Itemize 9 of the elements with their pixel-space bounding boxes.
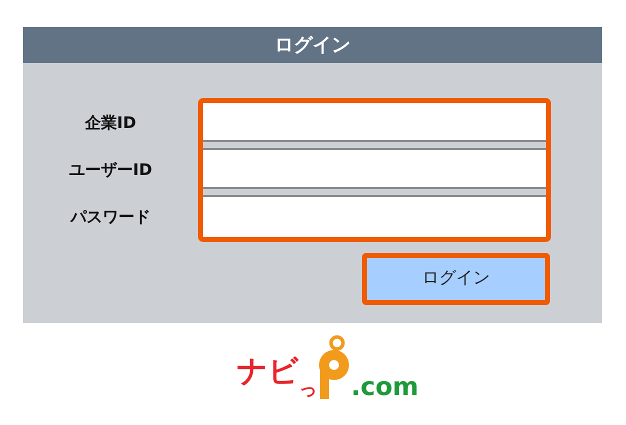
field-label: ユーザーID	[68, 158, 152, 180]
field-label: パスワード	[70, 206, 150, 228]
key-icon	[317, 335, 351, 401]
login-button[interactable]: ログイン	[367, 258, 545, 300]
logo-text: っ	[299, 381, 317, 399]
field-label: 企業ID	[84, 112, 136, 134]
logo-text: .com	[351, 374, 419, 399]
panel-title: ログイン	[274, 32, 350, 58]
logo-text: ナビ	[237, 357, 299, 387]
